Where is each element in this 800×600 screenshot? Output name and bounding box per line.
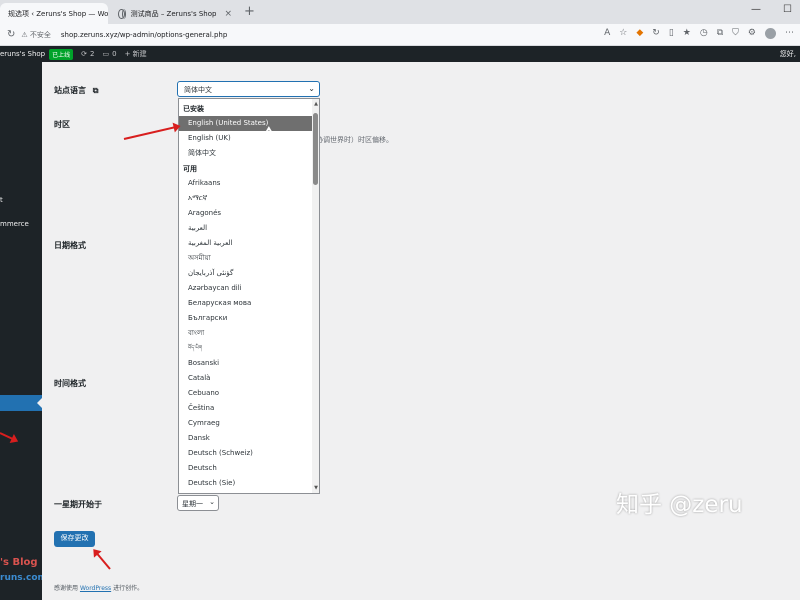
option-language[interactable]: Cebuano	[179, 386, 313, 401]
maximize-icon[interactable]: ☐	[783, 4, 792, 15]
new-content-link[interactable]: + 新建	[125, 49, 147, 59]
scroll-down-icon[interactable]: ▼	[314, 485, 318, 491]
option-language[interactable]: Deutsch (Sie)	[179, 476, 313, 491]
group-available: 可用	[183, 165, 197, 173]
tab-title: 规选项 ‹ Zeruns's Shop — Wo	[8, 9, 108, 18]
option-language[interactable]: Deutsch	[179, 461, 313, 476]
tab-title: 测试商品 – Zeruns's Shop	[130, 9, 217, 18]
sidebar-item-settings-current[interactable]	[0, 395, 42, 411]
option-language[interactable]: Bosanski	[179, 356, 313, 371]
collections-icon[interactable]: ⧉	[717, 28, 723, 39]
zhihu-watermark: 知乎 @zeru	[616, 492, 743, 518]
address-bar: ↻ ⚠ 不安全 shop.zeruns.xyz/wp-admin/options…	[0, 24, 800, 46]
option-simplified-chinese[interactable]: 简体中文	[179, 146, 313, 161]
security-indicator[interactable]: ⚠ 不安全	[21, 30, 51, 40]
favorites-icon[interactable]: ★	[683, 28, 691, 39]
option-language[interactable]: Azərbaycan dili	[179, 281, 313, 296]
week-starts-value: 星期一	[182, 500, 203, 508]
timezone-label: 时区	[54, 120, 70, 129]
settings-content: 站点语言 ⧉ 简体中文 ⌄ 时区 协调世界时）时区偏移。 日期格式 时间格式 一…	[42, 62, 800, 600]
option-language[interactable]: Čeština	[179, 401, 313, 416]
option-language[interactable]: བོད་ཡིག	[179, 341, 313, 356]
security-label: 不安全	[29, 30, 51, 39]
wp-admin-bar: eruns's Shop 已上线 ⟳ 2 ▭ 0 + 新建 您好,	[0, 46, 800, 62]
option-language[interactable]: Dansk	[179, 431, 313, 446]
timezone-description: 协调世界时）时区偏移。	[316, 136, 393, 144]
admin-footer: 感谢使用 WordPress 进行创作。	[54, 583, 143, 592]
browser-toolbar-icons: A ☆ ◆ ↻ ▯ ★ ◷ ⧉ ⛉ ⚙ ⋯	[604, 28, 794, 39]
time-format-label: 时间格式	[54, 379, 86, 388]
howdy-user[interactable]: 您好,	[780, 49, 796, 59]
footer-prefix: 感谢使用	[54, 585, 79, 592]
favorite-star-icon[interactable]: ☆	[619, 28, 627, 39]
scrollbar-thumb[interactable]	[313, 113, 318, 185]
extension-icon[interactable]: ◆	[636, 28, 643, 39]
option-language[interactable]: Deutsch (Schweiz)	[179, 446, 313, 461]
option-language[interactable]: العربية المغربية	[179, 236, 313, 251]
option-language[interactable]: বাংলা	[179, 326, 313, 341]
updates-link[interactable]: ⟳ 2	[81, 50, 94, 58]
history-icon[interactable]: ◷	[700, 28, 708, 39]
updates-count: 2	[90, 50, 95, 58]
translate-icon: ⧉	[92, 86, 99, 95]
blog-url-watermark: runs.com	[0, 573, 47, 583]
globe-icon	[118, 8, 126, 19]
scroll-up-icon[interactable]: ▲	[314, 101, 318, 107]
close-tab-icon[interactable]: ×	[224, 9, 232, 19]
browser-tab-test-product[interactable]: 测试商品 – Zeruns's Shop ×	[110, 3, 240, 24]
site-language-value: 简体中文	[184, 86, 212, 94]
blog-watermark: 's Blog	[0, 557, 38, 568]
comments-count: 0	[112, 50, 117, 58]
read-aloud-icon[interactable]: A	[604, 28, 610, 39]
admin-sidebar: t mmerce	[0, 62, 42, 600]
group-installed: 已安装	[183, 105, 204, 113]
refresh-extension-icon[interactable]: ↻	[652, 28, 660, 39]
settings-icon[interactable]: ⚙	[748, 28, 756, 39]
option-language[interactable]: Aragonés	[179, 206, 313, 221]
url-field[interactable]: shop.zeruns.xyz/wp-admin/options-general…	[61, 31, 227, 39]
site-language-label: 站点语言 ⧉	[54, 85, 99, 96]
option-english-us[interactable]: English (United States)	[179, 116, 313, 131]
shield-icon[interactable]: ⛉	[732, 28, 739, 39]
footer-suffix: 进行创作。	[113, 585, 144, 592]
language-dropdown-list[interactable]: 已安装 English (United States) English (UK)…	[178, 98, 320, 494]
profile-avatar[interactable]	[765, 28, 776, 39]
site-name-link[interactable]: eruns's Shop	[0, 50, 45, 58]
updates-icon: ⟳	[81, 50, 87, 58]
new-tab-icon[interactable]: +	[244, 4, 255, 19]
window-controls: — ☐	[751, 4, 792, 15]
sidebar-item-fragment[interactable]: t	[0, 196, 3, 204]
sidebar-item-woocommerce[interactable]: mmerce	[0, 220, 29, 228]
week-starts-select[interactable]: 星期一 ⌄	[177, 495, 219, 511]
option-language[interactable]: Cymraeg	[179, 416, 313, 431]
split-screen-icon[interactable]: ▯	[669, 28, 674, 39]
option-language[interactable]: অসমীয়া	[179, 251, 313, 266]
save-changes-button[interactable]: 保存更改	[54, 531, 95, 547]
browser-tab-general-options[interactable]: 规选项 ‹ Zeruns's Shop — Wo ×	[0, 3, 108, 24]
comment-icon: ▭	[102, 50, 110, 58]
dropdown-scrollbar[interactable]: ▲ ▼	[312, 99, 319, 493]
date-format-label: 日期格式	[54, 241, 86, 250]
option-language[interactable]: Català	[179, 371, 313, 386]
chevron-down-icon: ⌄	[308, 84, 315, 93]
option-language[interactable]: አማርኛ	[179, 191, 313, 206]
option-language[interactable]: Български	[179, 311, 313, 326]
mouse-cursor-icon: ⮝	[265, 125, 273, 135]
refresh-icon[interactable]: ↻	[7, 29, 15, 40]
week-starts-label: 一星期开始于	[54, 500, 102, 509]
site-live-badge: 已上线	[49, 48, 74, 60]
option-language[interactable]: العربية	[179, 221, 313, 236]
chevron-down-icon: ⌄	[209, 498, 215, 506]
option-language[interactable]: Afrikaans	[179, 176, 313, 191]
comments-link[interactable]: ▭ 0	[102, 50, 116, 58]
option-language[interactable]: Беларуская мова	[179, 296, 313, 311]
browser-tab-bar: 规选项 ‹ Zeruns's Shop — Wo × 测试商品 – Zeruns…	[0, 0, 800, 24]
option-english-uk[interactable]: English (UK)	[179, 131, 313, 146]
minimize-icon[interactable]: —	[751, 4, 761, 15]
option-language[interactable]: گؤنئی آذربایجان	[179, 266, 313, 281]
site-language-select[interactable]: 简体中文 ⌄	[177, 81, 320, 97]
more-menu-icon[interactable]: ⋯	[785, 28, 794, 39]
site-language-label-text: 站点语言	[54, 86, 86, 95]
wordpress-link[interactable]: WordPress	[80, 585, 111, 592]
